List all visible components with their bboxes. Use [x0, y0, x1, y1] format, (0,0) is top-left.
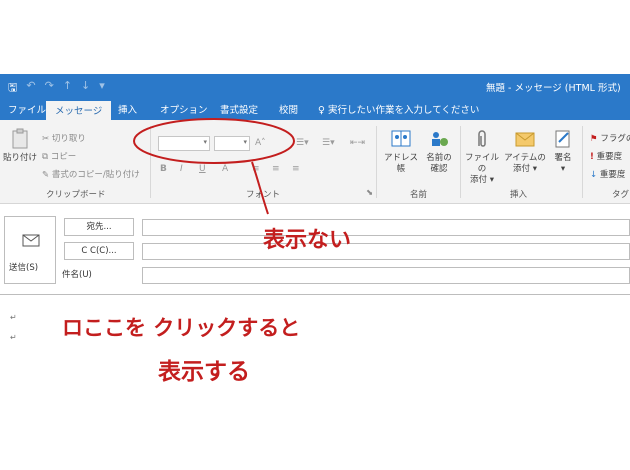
check-names-label-1: 名前の — [426, 153, 452, 163]
subject-label: 件名(U) — [62, 270, 92, 280]
copy-button[interactable]: ⧉ コピー — [42, 150, 76, 162]
send-icon — [22, 234, 40, 247]
high-importance-button[interactable]: ! 重要度 — [590, 150, 622, 162]
window-title: 無題 - メッセージ (HTML 形式) — [486, 83, 621, 94]
separator — [150, 126, 151, 198]
tab-review[interactable]: 校閲 — [279, 102, 298, 116]
down-arrow-icon[interactable]: ↓ — [81, 79, 90, 98]
undo-icon[interactable]: ↶ — [26, 79, 35, 98]
save-icon[interactable]: 🖫 — [8, 79, 17, 98]
format-painter-label: 書式のコピー/貼り付け — [51, 170, 140, 180]
align-right-icon[interactable]: ≡ — [292, 164, 300, 174]
separator — [460, 126, 461, 198]
attach-file-label-1: ファイルの — [464, 153, 499, 174]
address-book-button[interactable]: アドレス帳 — [382, 128, 420, 175]
customize-icon[interactable]: ▾ — [99, 79, 105, 98]
signature-icon — [555, 130, 570, 148]
tell-me-box[interactable]: ♀ 実行したい作業を入力してください — [318, 102, 479, 116]
cc-button[interactable]: C C(C)... — [64, 242, 134, 260]
flag-label: フラグの — [600, 134, 630, 144]
clipboard-icon — [12, 128, 28, 149]
brush-icon: ✎ — [42, 170, 50, 180]
numbering-icon[interactable]: ☰▾ — [322, 138, 335, 148]
tab-format[interactable]: 書式設定 — [220, 102, 258, 116]
annotation-click-here: ロここを クリックすると — [62, 316, 301, 340]
attach-item-label-2: 添付 — [513, 164, 531, 174]
tell-me-label: 実行したい作業を入力してください — [328, 105, 480, 116]
attach-item-label-1: アイテムの — [504, 153, 546, 163]
paste-button[interactable]: 貼り付け — [2, 128, 38, 164]
title-bar: 🖫 ↶ ↷ ↑ ↓ ▾ 無題 - メッセージ (HTML 形式) — [0, 74, 630, 98]
tab-insert[interactable]: 挿入 — [118, 102, 137, 116]
tab-message[interactable]: メッセージ — [46, 101, 112, 120]
signature-label: 署名 — [554, 153, 572, 163]
chevron-down-icon: ▾ — [203, 138, 207, 146]
to-field[interactable] — [142, 219, 630, 236]
attach-item-button[interactable]: アイテムの 添付 ▾ — [504, 128, 546, 175]
dialog-launcher-icon[interactable]: ⬊ — [366, 188, 373, 198]
font-size-combo[interactable]: ▾ — [214, 136, 250, 151]
annotation-shows: 表示する — [158, 359, 250, 385]
scissors-icon: ✂ — [42, 134, 50, 144]
paperclip-icon — [478, 130, 486, 147]
check-names-label-2: 確認 — [430, 164, 448, 174]
tags-group-label: タグ — [612, 190, 630, 200]
exclamation-icon: ! — [590, 152, 594, 162]
separator — [376, 126, 377, 198]
check-names-button[interactable]: 名前の 確認 — [422, 128, 456, 175]
cut-label: 切り取り — [51, 134, 86, 144]
chevron-down-icon: ▾ — [243, 138, 247, 146]
indent-icon[interactable]: ⇤⇥ — [350, 138, 365, 148]
lightbulb-icon: ♀ — [318, 105, 325, 116]
names-group-label: 名前 — [410, 190, 428, 200]
quick-access-toolbar: 🖫 ↶ ↷ ↑ ↓ ▾ — [8, 79, 105, 98]
check-names-icon — [432, 132, 448, 146]
separator — [582, 126, 583, 198]
format-painter-button[interactable]: ✎ 書式のコピー/貼り付け — [42, 168, 140, 180]
font-name-combo[interactable]: ▾ — [158, 136, 210, 151]
redo-icon[interactable]: ↷ — [45, 79, 54, 98]
bullets-icon[interactable]: ☰▾ — [296, 138, 309, 148]
subject-field[interactable] — [142, 267, 630, 284]
address-book-label: アドレス帳 — [383, 153, 418, 174]
copy-icon: ⧉ — [42, 152, 49, 162]
paste-label: 貼り付け — [2, 153, 37, 163]
send-label: 送信(S) — [9, 263, 39, 273]
cc-field[interactable] — [142, 243, 630, 260]
send-button[interactable]: 送信(S) — [4, 216, 56, 284]
envelope-icon — [515, 132, 535, 147]
follow-up-flag-button[interactable]: ⚑ フラグの — [590, 132, 630, 144]
align-left-icon[interactable]: ≡ — [252, 164, 260, 174]
address-book-icon — [391, 130, 411, 147]
ribbon-tabs: ファイル メッセージ 挿入 オプション 書式設定 校閲 ♀ 実行したい作業を入力… — [0, 98, 630, 120]
clipboard-group-label: クリップボード — [46, 190, 106, 200]
underline-button[interactable]: U — [199, 164, 206, 174]
down-arrow-icon: ↓ — [590, 170, 598, 180]
attach-file-button[interactable]: ファイルの 添付 ▾ — [462, 128, 502, 186]
tab-options[interactable]: オプション — [160, 102, 208, 116]
paragraph-mark-icon: ↵ — [10, 313, 17, 322]
annotation-not-shown: 表示ない — [263, 228, 352, 253]
align-center-icon[interactable]: ≡ — [272, 164, 280, 174]
high-importance-label: 重要度 — [596, 152, 623, 162]
copy-label: コピー — [50, 152, 77, 162]
attach-file-label-2: 添付 — [470, 175, 488, 185]
bold-button[interactable]: B — [160, 164, 167, 174]
font-group-label: フォント — [246, 190, 281, 200]
low-importance-label: 重要度 — [599, 170, 626, 180]
to-button[interactable]: 宛先... — [64, 218, 134, 236]
up-arrow-icon[interactable]: ↑ — [63, 79, 72, 98]
tab-file[interactable]: ファイル — [8, 102, 46, 116]
low-importance-button[interactable]: ↓ 重要度 — [590, 168, 625, 180]
flag-icon: ⚑ — [590, 134, 598, 144]
paragraph-mark-icon: ↵ — [10, 333, 17, 342]
ribbon: 貼り付け ✂ 切り取り ⧉ コピー ✎ 書式のコピー/貼り付け クリップボード … — [0, 120, 630, 204]
signature-button[interactable]: 署名 ▾ — [548, 128, 578, 175]
grow-font-icon[interactable]: A˄ — [255, 138, 266, 148]
italic-button[interactable]: I — [180, 164, 183, 174]
insert-group-label: 挿入 — [510, 190, 528, 200]
cut-button[interactable]: ✂ 切り取り — [42, 132, 86, 144]
font-color-button[interactable]: A — [222, 164, 228, 174]
